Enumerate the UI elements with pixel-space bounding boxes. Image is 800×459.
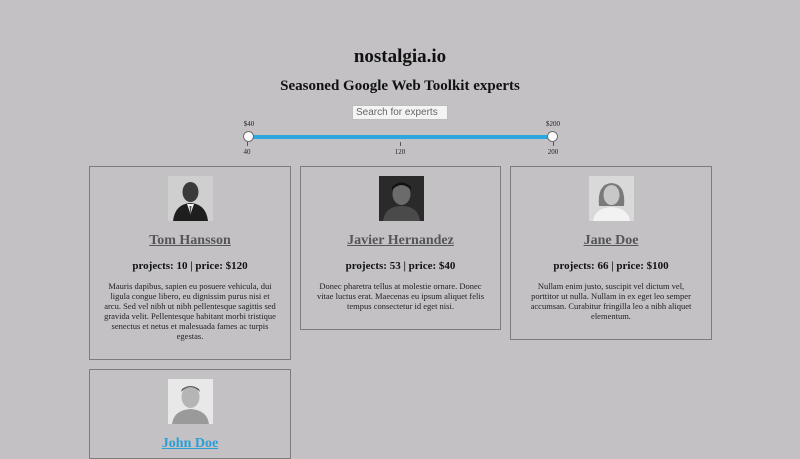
site-title: nostalgia.io: [353, 46, 447, 67]
expert-description: Mauris dapibus, sapien eu posuere vehicu…: [104, 281, 276, 341]
expert-name-link[interactable]: John Doe: [90, 436, 290, 452]
expert-description: Nullam enim justo, suscipit vel dictum v…: [530, 281, 692, 321]
avatar: [378, 176, 424, 221]
slider-max-value: $200: [546, 120, 560, 128]
expert-name-link[interactable]: Jane Doe: [511, 233, 711, 249]
slider-tick-label: 40: [243, 148, 251, 156]
slider-track[interactable]: [248, 135, 553, 139]
slider-max-handle[interactable]: [547, 131, 558, 142]
slider-min-handle[interactable]: [243, 131, 254, 142]
slider-tick: [553, 142, 554, 146]
slider-min-value: $40: [243, 120, 255, 128]
slider-tick-label: 120: [394, 148, 406, 156]
avatar: [168, 379, 213, 424]
expert-card: Javier Hernandez projects: 53 | price: $…: [300, 166, 501, 330]
avatar: [168, 176, 213, 221]
expert-name-link[interactable]: Tom Hansson: [90, 233, 290, 249]
expert-stats: projects: 53 | price: $40: [345, 260, 456, 272]
expert-stats: projects: 66 | price: $100: [553, 260, 669, 272]
avatar: [589, 176, 634, 221]
slider-tick-label: 200: [547, 148, 559, 156]
expert-stats: projects: 10 | price: $120: [132, 260, 248, 272]
expert-card: Tom Hansson projects: 10 | price: $120 M…: [89, 166, 291, 360]
expert-card: Jane Doe projects: 66 | price: $100 Null…: [510, 166, 712, 340]
expert-name-link[interactable]: Javier Hernandez: [301, 233, 500, 249]
tagline: Seasoned Google Web Toolkit experts: [280, 78, 520, 94]
price-range-slider[interactable]: $40 $200 40 120 200: [0, 118, 800, 163]
expert-description: Donec pharetra tellus at molestie ornare…: [316, 281, 485, 311]
slider-tick: [400, 142, 401, 146]
slider-tick: [247, 142, 248, 146]
